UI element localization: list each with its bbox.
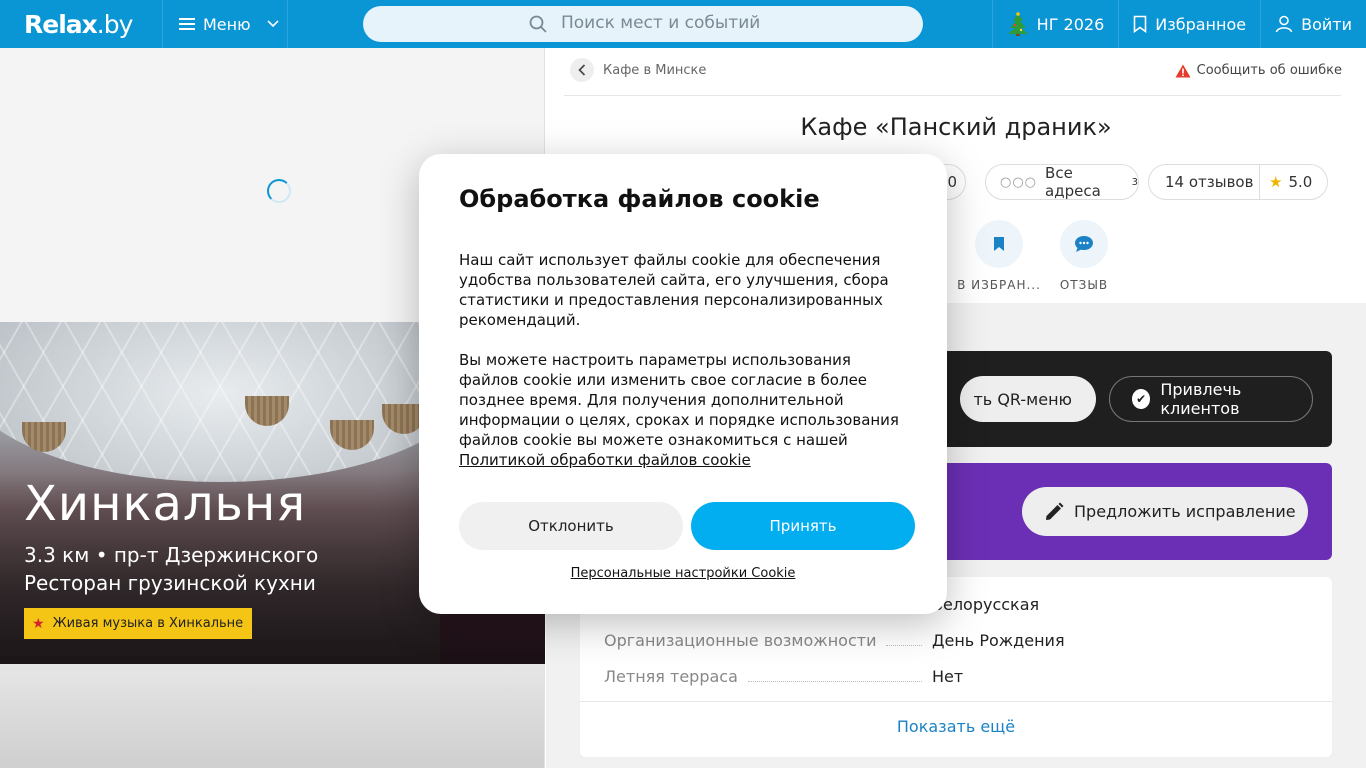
info-value: Белорусская bbox=[932, 595, 1040, 614]
chat-icon bbox=[1060, 220, 1108, 268]
info-value: Нет bbox=[932, 667, 964, 686]
promo-badge-label: Живая музыка в Хинкальне bbox=[52, 616, 244, 631]
search-input[interactable] bbox=[561, 13, 901, 33]
accept-button[interactable]: Принять bbox=[691, 502, 915, 550]
promo-category: Ресторан грузинской кухни bbox=[24, 571, 316, 595]
cookie-modal-text: Наш сайт использует файлы cookie для обе… bbox=[459, 251, 889, 329]
chevron-down-icon bbox=[267, 20, 279, 28]
info-value: День Рождения bbox=[932, 631, 1065, 650]
site-header: Relax.by Меню НГ 2026 Избранное Войти bbox=[0, 0, 1366, 48]
bookmark-icon bbox=[975, 220, 1023, 268]
report-error-label: Сообщить об ошибке bbox=[1196, 63, 1342, 78]
qr-menu-button[interactable]: ть QR-меню bbox=[960, 376, 1096, 422]
leader-dots bbox=[747, 681, 922, 682]
login-label: Войти bbox=[1301, 14, 1352, 34]
menu-button[interactable]: Меню bbox=[162, 0, 288, 48]
favorites-label: Избранное bbox=[1155, 14, 1247, 34]
menu-label: Меню bbox=[203, 14, 251, 34]
new-year-label: НГ 2026 bbox=[1036, 14, 1105, 34]
addresses-label: Все адреса bbox=[1045, 164, 1101, 200]
info-key: Организационные возможности bbox=[604, 631, 877, 650]
promo-subtitle: 3.3 км • пр-т Дзержинского Ресторан груз… bbox=[24, 541, 318, 597]
promo-location: 3.3 км • пр-т Дзержинского bbox=[24, 543, 319, 567]
cookie-modal-text-2-body: Вы можете настроить параметры использова… bbox=[459, 351, 899, 449]
attract-clients-button[interactable]: ✔ Привлечь клиентов bbox=[1109, 376, 1313, 422]
addresses-chip[interactable]: ○○○ Все адреса 3 bbox=[985, 164, 1139, 200]
page-title: Кафе «Панский драник» bbox=[800, 113, 1112, 141]
left-bottom-panel bbox=[0, 664, 545, 768]
logo-main: Relax bbox=[24, 9, 98, 39]
loading-spinner bbox=[267, 179, 291, 203]
info-row: Организационные возможности День Рождени… bbox=[604, 626, 1308, 650]
show-more-link[interactable]: Показать ещё bbox=[580, 717, 1332, 736]
dots-icon: ○○○ bbox=[1000, 174, 1038, 190]
promo-title: Хинкальня bbox=[24, 476, 307, 532]
cookie-modal: Обработка файлов cookie Наш сайт использ… bbox=[419, 154, 947, 614]
addresses-count: 3 bbox=[1131, 176, 1138, 188]
info-row: Летняя терраса Нет bbox=[604, 662, 1308, 686]
back-icon[interactable] bbox=[570, 58, 594, 82]
divider bbox=[580, 701, 1332, 702]
login-link[interactable]: Войти bbox=[1260, 0, 1366, 48]
info-key: Летняя терраса bbox=[604, 667, 738, 686]
header-right: НГ 2026 Избранное Войти bbox=[991, 0, 1366, 48]
leader-dots bbox=[886, 645, 922, 646]
divider bbox=[564, 95, 1341, 96]
rating-value: 5.0 bbox=[1288, 173, 1313, 191]
favorites-link[interactable]: Избранное bbox=[1118, 0, 1260, 48]
reviews-chip[interactable]: 14 отзывов ★ 5.0 bbox=[1148, 164, 1328, 200]
promo-image-ceiling bbox=[0, 322, 480, 482]
user-icon bbox=[1275, 15, 1293, 33]
suggest-edit-label: Предложить исправление bbox=[1074, 502, 1296, 521]
christmas-tree-icon bbox=[1007, 12, 1028, 36]
star-icon: ★ bbox=[32, 615, 45, 632]
bookmark-icon bbox=[1133, 15, 1147, 33]
new-year-link[interactable]: НГ 2026 bbox=[991, 0, 1119, 48]
warning-icon bbox=[1175, 64, 1191, 77]
logo-suffix: .by bbox=[96, 9, 134, 39]
check-icon: ✔ bbox=[1132, 389, 1151, 409]
decline-button[interactable]: Отклонить bbox=[459, 502, 683, 550]
hamburger-icon bbox=[179, 18, 195, 30]
review-action[interactable]: ОТЗЫВ bbox=[1034, 220, 1134, 292]
promo-badge: ★ Живая музыка в Хинкальне bbox=[24, 608, 253, 639]
cookie-modal-title: Обработка файлов cookie bbox=[459, 185, 820, 213]
breadcrumb-label[interactable]: Кафе в Минске bbox=[603, 63, 706, 78]
search-bar[interactable] bbox=[363, 6, 923, 42]
rating: ★ 5.0 bbox=[1269, 173, 1312, 191]
cookie-policy-link[interactable]: Политикой обработки файлов cookie bbox=[459, 451, 751, 469]
cookie-settings-link[interactable]: Персональные настройки Cookie bbox=[419, 566, 947, 581]
search-icon bbox=[529, 15, 547, 33]
breadcrumb[interactable]: Кафе в Минске bbox=[570, 58, 706, 82]
star-icon: ★ bbox=[1269, 173, 1283, 191]
report-error-link[interactable]: Сообщить об ошибке bbox=[1175, 63, 1342, 78]
attract-clients-label: Привлечь клиентов bbox=[1160, 380, 1242, 418]
suggest-edit-button[interactable]: Предложить исправление bbox=[1022, 487, 1308, 536]
cookie-modal-text-2: Вы можете настроить параметры использова… bbox=[459, 350, 909, 470]
divider bbox=[1259, 164, 1260, 200]
reviews-label: 14 отзывов bbox=[1165, 173, 1254, 191]
pencil-icon bbox=[1046, 502, 1064, 520]
site-logo[interactable]: Relax .by bbox=[0, 0, 162, 48]
qr-menu-label: ть QR-меню bbox=[973, 389, 1072, 409]
review-action-label: ОТЗЫВ bbox=[1059, 278, 1109, 292]
